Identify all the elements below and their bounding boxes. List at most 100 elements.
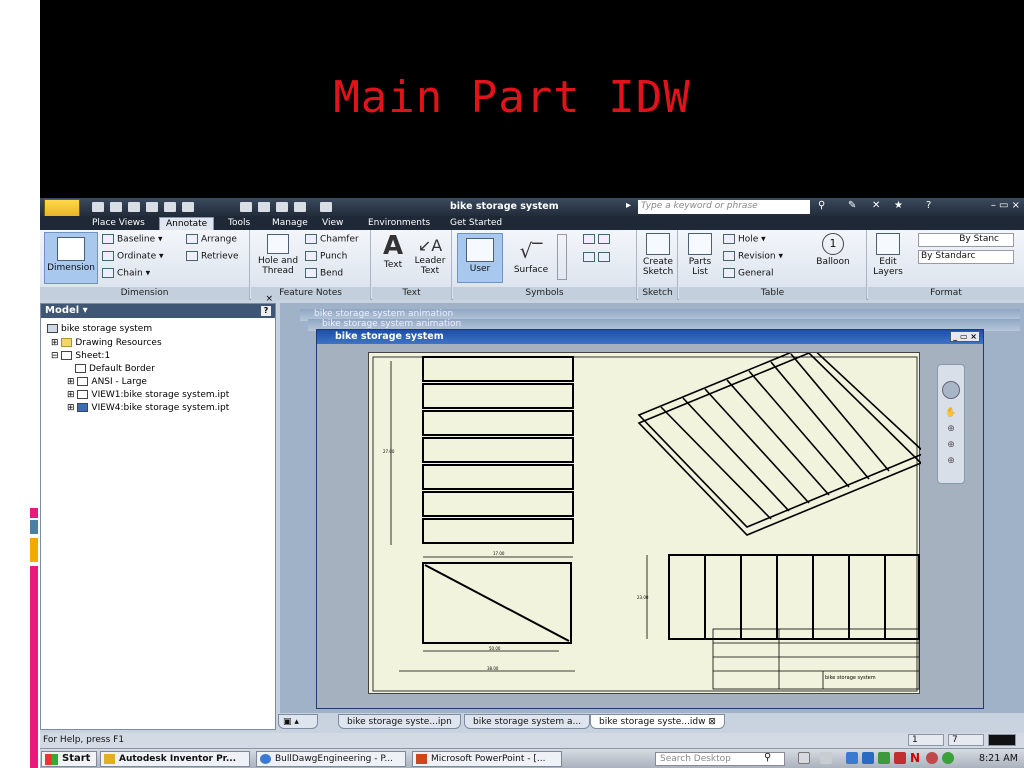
punch-icon (305, 251, 317, 261)
taskbar: Start Autodesk Inventor Pr... BullDawgEn… (40, 748, 1024, 768)
baseline-button[interactable]: Baseline ▾ (102, 234, 163, 245)
tray-icon[interactable] (926, 752, 938, 764)
print-icon[interactable] (182, 202, 194, 212)
help-search-input[interactable]: Type a keyword or phrase (638, 200, 810, 214)
save-icon[interactable] (128, 202, 140, 212)
surface-button[interactable]: √‾ Surface (509, 233, 553, 275)
general-table-button[interactable]: General (723, 268, 773, 279)
tab-tools[interactable]: Tools (222, 217, 256, 230)
star-icon[interactable]: ★ (894, 200, 903, 211)
navigation-bar[interactable]: ✋ ⊕ ⊕ ⊕ (937, 364, 965, 484)
close-icon[interactable]: × (265, 294, 273, 304)
hole-table-button[interactable]: Hole ▾ (723, 234, 766, 245)
binoculars-icon[interactable]: ⚲ (818, 200, 825, 211)
edit-layers-button[interactable]: Edit Layers (870, 233, 906, 277)
parts-list-button[interactable]: Parts List (683, 233, 717, 277)
project-icon[interactable] (294, 202, 306, 212)
task-inventor[interactable]: Autodesk Inventor Pr... (100, 751, 250, 767)
zoom-icon[interactable]: ⊕ (938, 421, 964, 437)
zoom-all-icon[interactable]: ⊕ (938, 453, 964, 469)
status-indicator (988, 734, 1016, 746)
pan-icon[interactable]: ✋ (938, 405, 964, 421)
doc-tab-animation[interactable]: bike storage system a... (464, 714, 591, 729)
ordinate-button[interactable]: Ordinate ▾ (102, 251, 164, 262)
tree-item-sheet[interactable]: ⊟ Sheet:1 (51, 351, 110, 361)
search-icon[interactable]: ⚲ (764, 752, 771, 763)
tree-item-ansi-large[interactable]: ⊞ ANSI - Large (67, 377, 147, 387)
balloon-button[interactable]: 1 Balloon (813, 233, 853, 267)
zoom-window-icon[interactable]: ⊕ (938, 437, 964, 453)
window-buttons[interactable]: _ ▭ × (950, 331, 980, 342)
doc-tab-ipn[interactable]: bike storage syste...ipn (338, 714, 461, 729)
tree-item-drawing-resources[interactable]: ⊞ Drawing Resources (51, 338, 162, 348)
leader-text-button[interactable]: ↙A Leader Text (412, 236, 448, 276)
status-box: 1 (908, 734, 944, 746)
tab-get-started[interactable]: Get Started (444, 217, 508, 230)
ie-icon (260, 754, 271, 764)
tab-layout-icon[interactable]: ▣ ▴ (278, 714, 318, 729)
tray-icon[interactable] (942, 752, 954, 764)
wrench-icon[interactable]: ✎ (848, 200, 856, 211)
material-icon[interactable] (320, 202, 332, 212)
tree-item-view1[interactable]: ⊞ VIEW1:bike storage system.ipt (67, 390, 229, 400)
tab-annotate[interactable]: Annotate (159, 217, 215, 230)
hole-thread-button[interactable]: Hole and Thread (255, 234, 301, 276)
select-icon[interactable] (240, 202, 252, 212)
tree-item-root[interactable]: bike storage system (47, 324, 152, 334)
parts-list-icon (688, 233, 712, 255)
arrange-button[interactable]: Arrange (186, 234, 237, 245)
update-icon[interactable] (276, 202, 288, 212)
network-icon[interactable] (820, 752, 832, 764)
tray-icon[interactable] (894, 752, 906, 764)
undo-icon[interactable] (146, 202, 158, 212)
task-powerpoint[interactable]: Microsoft PowerPoint - [... (412, 751, 562, 767)
leader-text-icon: ↙A (417, 236, 443, 255)
chain-button[interactable]: Chain ▾ (102, 268, 150, 279)
revision-table-button[interactable]: Revision ▾ (723, 251, 783, 262)
side-view (422, 562, 572, 644)
start-button[interactable]: Start (41, 751, 97, 767)
norton-icon[interactable]: N (910, 752, 922, 764)
tree-item-view4[interactable]: ⊞ VIEW4:bike storage system.ipt (67, 403, 229, 413)
centermark-icon[interactable] (583, 252, 613, 263)
sheet-viewport[interactable]: 27.00 17.00 50.00 38.00 23.00 bike stora… (317, 344, 983, 708)
chamfer-button[interactable]: Chamfer (305, 234, 359, 245)
user-button[interactable]: User (457, 233, 503, 283)
text-button[interactable]: A Text (378, 232, 408, 270)
play-icon[interactable]: ▸ (626, 200, 631, 211)
redo-icon[interactable] (164, 202, 176, 212)
hole-table-icon (723, 234, 735, 244)
tray-icon[interactable] (846, 752, 858, 764)
tab-place-views[interactable]: Place Views (86, 217, 151, 230)
help-icon[interactable]: ? (261, 306, 271, 316)
tray-icon[interactable] (862, 752, 874, 764)
dimension-button[interactable]: Dimension (44, 232, 98, 284)
open-icon[interactable] (110, 202, 122, 212)
centerline-icon[interactable] (583, 234, 613, 245)
punch-button[interactable]: Punch (305, 251, 347, 262)
tab-environments[interactable]: Environments (362, 217, 436, 230)
browser-header[interactable]: Model ▾ ? (41, 304, 275, 318)
tab-manage[interactable]: Manage (266, 217, 314, 230)
symbols-scroll[interactable] (557, 234, 567, 280)
task-browser[interactable]: BullDawgEngineering - P... (256, 751, 406, 767)
new-icon[interactable] (92, 202, 104, 212)
title-block-icon (77, 377, 89, 386)
retrieve-button[interactable]: Retrieve (186, 251, 239, 262)
tree-item-default-border[interactable]: Default Border (75, 364, 155, 374)
satellite-icon[interactable]: ✕ (872, 200, 880, 211)
steering-wheel-icon[interactable] (942, 381, 960, 399)
help-icon[interactable] (798, 752, 810, 764)
window-controls[interactable]: – ▭ × (991, 200, 1020, 211)
baseline-icon (102, 234, 114, 244)
bend-button[interactable]: Bend (305, 268, 343, 279)
tray-icon[interactable] (878, 752, 890, 764)
tab-view[interactable]: View (316, 217, 349, 230)
help-icon[interactable]: ? (926, 200, 931, 211)
style-select[interactable]: By Stanc (918, 233, 1014, 247)
doc-tab-idw[interactable]: bike storage syste...idw ⊠ (590, 714, 725, 729)
return-icon[interactable] (258, 202, 270, 212)
create-sketch-button[interactable]: Create Sketch (641, 233, 675, 277)
layer-select[interactable]: By Standarc (918, 250, 1014, 264)
drawing-window-title[interactable]: bike storage system _ ▭ × (317, 330, 983, 344)
